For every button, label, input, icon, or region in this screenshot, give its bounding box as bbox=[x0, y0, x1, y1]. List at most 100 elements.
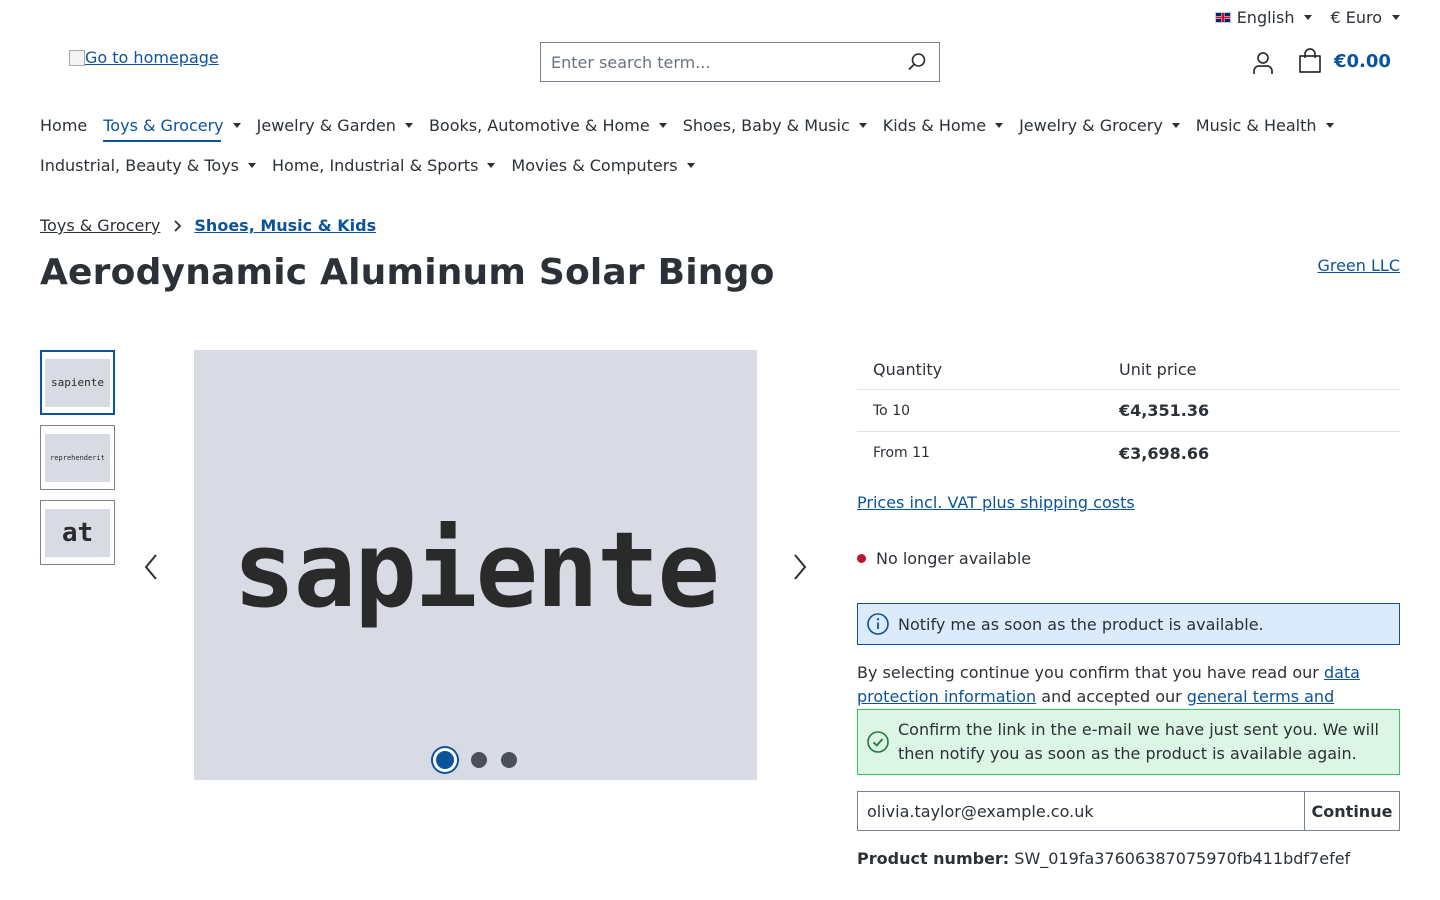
chevron-down-icon bbox=[686, 162, 695, 168]
search-button[interactable] bbox=[895, 43, 939, 81]
nav-item-label: Shoes, Baby & Music bbox=[682, 115, 850, 135]
product-number-value: SW_019fa37606387075970fb411bdf7efef bbox=[1014, 849, 1351, 868]
nav-item-jewelry-garden[interactable]: Jewelry & Garden bbox=[257, 110, 413, 140]
nav-item-movies-computers[interactable]: Movies & Computers bbox=[511, 150, 695, 180]
nav-item-books-automotive-home[interactable]: Books, Automotive & Home bbox=[429, 110, 667, 140]
currency-label: € Euro bbox=[1330, 7, 1382, 27]
language-switcher[interactable]: English bbox=[1214, 7, 1313, 27]
nav-item-music-health[interactable]: Music & Health bbox=[1196, 110, 1334, 140]
notify-success-text: Confirm the link in the e-mail we have j… bbox=[898, 720, 1379, 763]
product-main-image[interactable]: sapiente bbox=[194, 350, 757, 780]
nav-item-home[interactable]: Home bbox=[40, 110, 87, 140]
main-navigation: Home Toys & Grocery Jewelry & Garden Books,… bbox=[40, 110, 1420, 180]
currency-switcher[interactable]: € Euro bbox=[1330, 8, 1400, 27]
vat-shipping-link[interactable]: Prices incl. VAT plus shipping costs bbox=[857, 493, 1135, 512]
email-field[interactable] bbox=[857, 791, 1304, 831]
delivery-status-text: No longer available bbox=[876, 549, 1032, 568]
price-table-row: From 11 €3,698.66 bbox=[857, 432, 1400, 474]
status-dot-icon bbox=[857, 554, 866, 563]
shopping-bag-icon bbox=[1299, 48, 1321, 73]
gallery-dot[interactable] bbox=[433, 748, 457, 772]
broken-image-icon bbox=[69, 49, 85, 66]
chevron-left-icon bbox=[144, 554, 157, 580]
notify-form: Continue bbox=[857, 791, 1400, 831]
block-price-table: Quantity Unit price To 10 €4,351.36 From… bbox=[857, 350, 1400, 474]
chevron-down-icon bbox=[1304, 14, 1313, 20]
nav-item-label: Jewelry & Grocery bbox=[1019, 115, 1163, 135]
thumbnail-image: reprehenderit bbox=[45, 433, 110, 482]
delivery-information: No longer available bbox=[857, 549, 1031, 568]
cart-button[interactable]: €0.00 bbox=[1298, 48, 1391, 74]
nav-item-home-industrial-sports[interactable]: Home, Industrial & Sports bbox=[272, 150, 496, 180]
nav-item-label: Toys & Grocery bbox=[103, 115, 224, 135]
homepage-logo-link[interactable]: Go to homepage bbox=[69, 48, 219, 67]
gallery-thumbnail[interactable]: sapiente bbox=[40, 350, 115, 415]
product-number-label: Product number: bbox=[857, 849, 1010, 868]
thumbnail-image: sapiente bbox=[45, 358, 110, 407]
breadcrumb-item-parent[interactable]: Toys & Grocery bbox=[40, 216, 160, 235]
price-table-header: Quantity Unit price bbox=[857, 350, 1400, 390]
manufacturer-link[interactable]: Green LLC bbox=[1317, 256, 1400, 275]
logo-alt-text: Go to homepage bbox=[85, 48, 219, 67]
gallery-thumbnail[interactable]: at bbox=[40, 500, 115, 565]
language-label: English bbox=[1236, 7, 1295, 27]
search-form bbox=[540, 42, 940, 82]
quantity-cell: To 10 bbox=[873, 402, 911, 419]
product-title: Aerodynamic Aluminum Solar Bingo bbox=[40, 252, 775, 293]
price-cell: €4,351.36 bbox=[1119, 401, 1210, 420]
chevron-down-icon bbox=[858, 122, 867, 128]
chevron-down-icon bbox=[404, 122, 413, 128]
check-circle-icon bbox=[867, 731, 889, 753]
product-number: Product number: SW_019fa37606387075970fb… bbox=[857, 849, 1350, 868]
price-table-row: To 10 €4,351.36 bbox=[857, 390, 1400, 432]
nav-item-label: Industrial, Beauty & Toys bbox=[40, 155, 240, 175]
notify-info-text: Notify me as soon as the product is avai… bbox=[898, 614, 1264, 634]
chevron-down-icon bbox=[1392, 14, 1400, 20]
nav-item-shoes-baby-music[interactable]: Shoes, Baby & Music bbox=[683, 110, 867, 140]
nav-item-label: Books, Automotive & Home bbox=[428, 115, 650, 135]
quantity-header: Quantity bbox=[873, 360, 943, 379]
thumbnail-image: at bbox=[45, 508, 110, 557]
chevron-right-icon bbox=[172, 219, 182, 233]
top-bar: English € Euro bbox=[1214, 6, 1400, 28]
chevron-down-icon bbox=[232, 122, 241, 128]
account-button[interactable] bbox=[1250, 50, 1276, 76]
gallery-dot[interactable] bbox=[471, 752, 487, 768]
breadcrumb-item-current[interactable]: Shoes, Music & Kids bbox=[194, 216, 376, 235]
nav-item-jewelry-grocery[interactable]: Jewelry & Grocery bbox=[1019, 110, 1180, 140]
quantity-cell: From 11 bbox=[873, 445, 930, 461]
cart-total: €0.00 bbox=[1334, 50, 1391, 72]
breadcrumb: Toys & Grocery Shoes, Music & Kids bbox=[40, 216, 376, 235]
nav-item-industrial-beauty-toys[interactable]: Industrial, Beauty & Toys bbox=[40, 150, 257, 180]
notify-success-alert: Confirm the link in the e-mail we have j… bbox=[857, 709, 1400, 775]
search-input[interactable] bbox=[541, 43, 895, 81]
uk-flag-icon bbox=[1214, 11, 1231, 23]
gallery-thumbnail[interactable]: reprehenderit bbox=[40, 425, 115, 490]
user-icon bbox=[1253, 52, 1273, 74]
nav-item-kids-home[interactable]: Kids & Home bbox=[882, 110, 1004, 140]
nav-item-label: Movies & Computers bbox=[511, 155, 678, 175]
gallery-dot[interactable] bbox=[501, 752, 517, 768]
nav-item-label: Kids & Home bbox=[882, 115, 987, 135]
nav-item-toys-grocery[interactable]: Toys & Grocery bbox=[103, 110, 241, 142]
chevron-down-icon bbox=[1171, 122, 1180, 128]
chevron-right-icon bbox=[794, 554, 807, 580]
chevron-down-icon bbox=[1325, 122, 1334, 128]
continue-button[interactable]: Continue bbox=[1304, 791, 1400, 831]
chevron-down-icon bbox=[487, 162, 496, 168]
notify-info-alert: Notify me as soon as the product is avai… bbox=[857, 603, 1400, 645]
nav-item-label: Music & Health bbox=[1195, 115, 1317, 135]
unit-price-header: Unit price bbox=[1119, 360, 1197, 379]
price-cell: €3,698.66 bbox=[1119, 443, 1210, 463]
main-image-text: sapiente bbox=[233, 509, 720, 631]
chevron-down-icon bbox=[248, 162, 257, 168]
nav-item-label: Home, Industrial & Sports bbox=[272, 155, 479, 175]
gallery-thumbnails: sapiente reprehenderit at bbox=[40, 350, 115, 565]
nav-item-label: Jewelry & Garden bbox=[256, 115, 396, 135]
search-icon bbox=[908, 53, 926, 70]
gallery-prev-button[interactable] bbox=[137, 552, 165, 582]
gallery-pagination bbox=[433, 748, 517, 772]
info-icon bbox=[867, 613, 889, 635]
gallery-next-button[interactable] bbox=[786, 552, 814, 582]
chevron-down-icon bbox=[995, 122, 1004, 128]
